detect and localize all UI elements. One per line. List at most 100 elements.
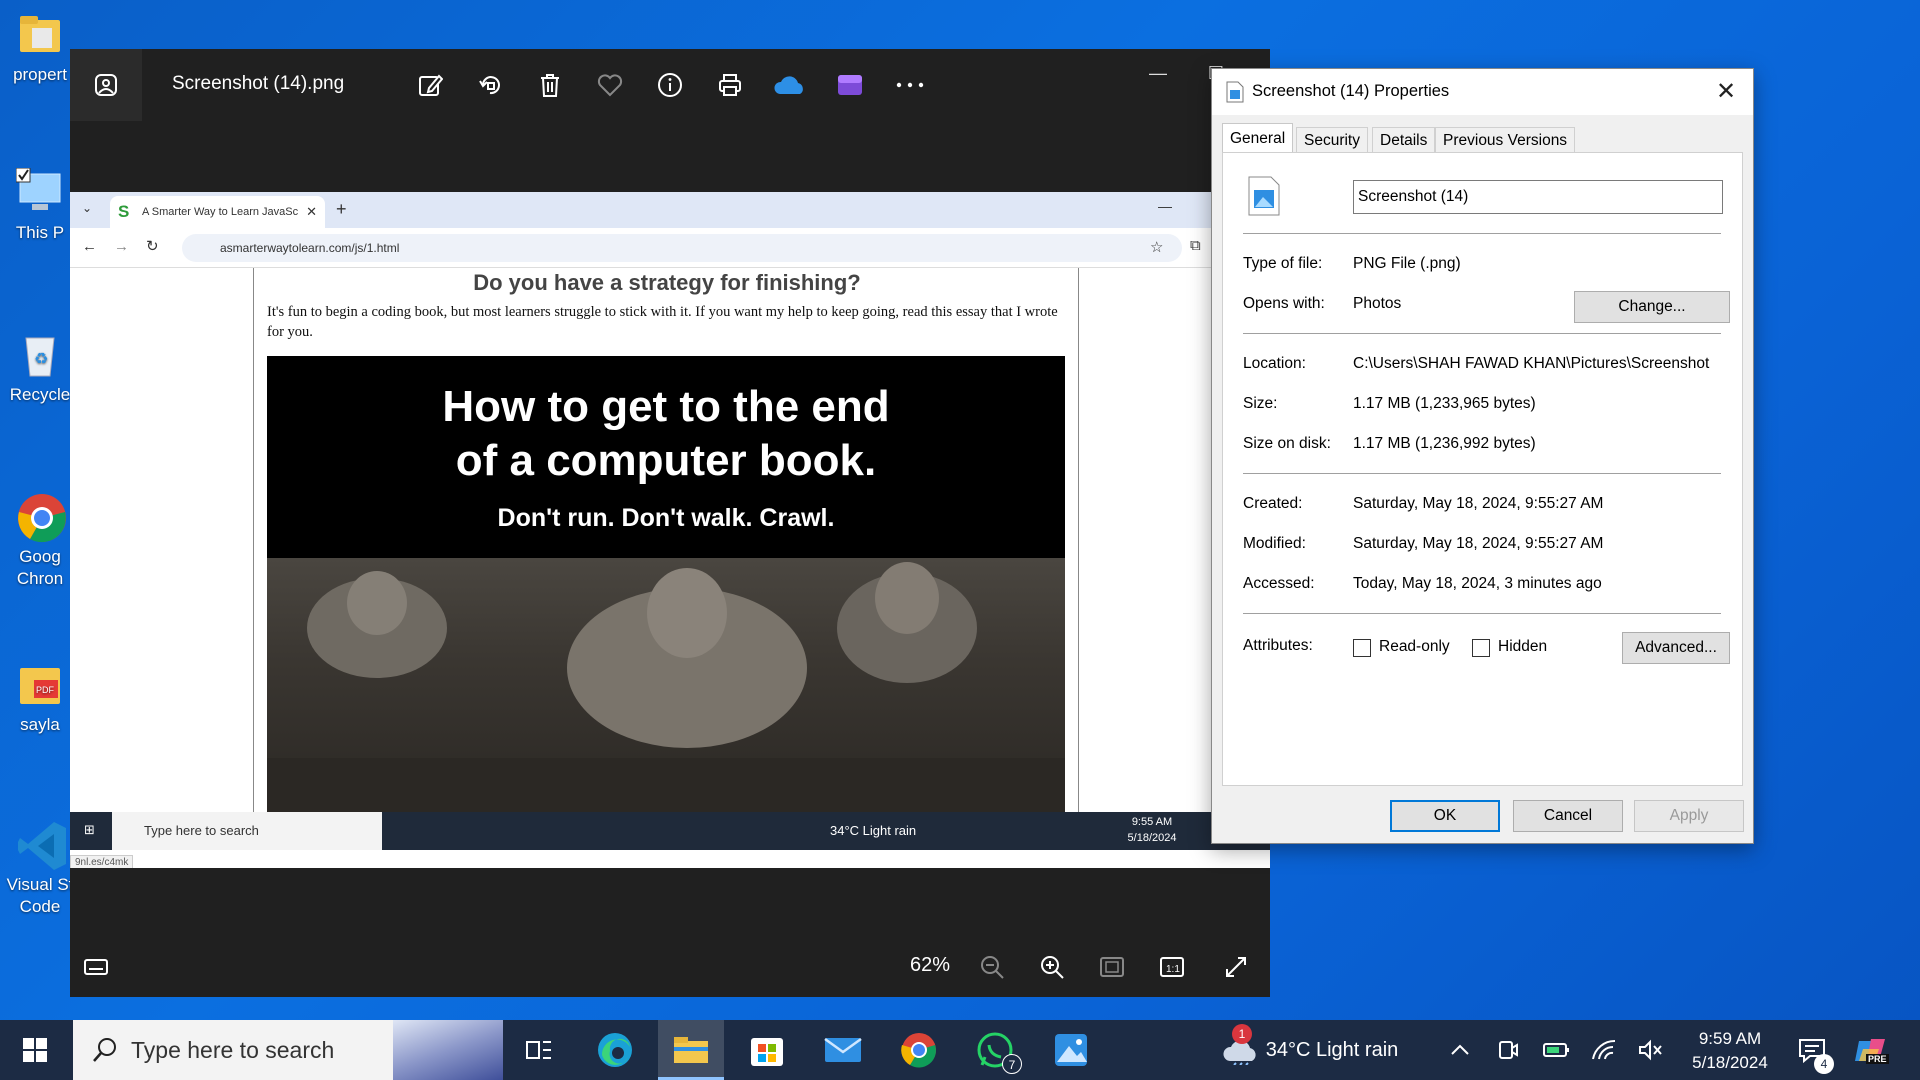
copilot-icon[interactable]: PRE [1848, 1020, 1892, 1080]
apply-button[interactable]: Apply [1634, 800, 1744, 832]
read-only-checkbox[interactable] [1353, 639, 1371, 657]
task-view-icon[interactable] [506, 1020, 572, 1080]
ok-button[interactable]: OK [1390, 800, 1500, 832]
page-heading: Do you have a strategy for finishing? [473, 270, 861, 295]
location-label: Location: [1243, 355, 1306, 372]
photos-bottom-bar: 62% 1:1 [70, 937, 1270, 997]
recycle-bin-icon: ♻ [16, 330, 64, 378]
volume-muted-icon[interactable] [1630, 1020, 1670, 1080]
rotate-icon[interactable] [474, 69, 506, 101]
filmstrip-icon[interactable] [80, 951, 112, 983]
actual-size-icon[interactable]: 1:1 [1156, 951, 1188, 983]
desktop-icon-sayla[interactable]: PDF sayla [0, 660, 80, 736]
meet-now-icon[interactable] [1488, 1020, 1528, 1080]
close-tab-icon: ✕ [306, 204, 317, 219]
advanced-button[interactable]: Advanced... [1622, 632, 1730, 664]
desktop-icon-this-pc[interactable]: This P [0, 167, 80, 244]
opens-with-value: Photos [1353, 295, 1402, 312]
weather-widget[interactable]: 1 34°C Light rain [1210, 1020, 1410, 1080]
file-type-icon [1248, 176, 1280, 216]
copilot-preview-label: PRE [1866, 1054, 1889, 1064]
desktop-icon-label: Goog [19, 547, 61, 566]
separator [1243, 233, 1721, 234]
info-icon[interactable] [654, 69, 686, 101]
desktop-icon-chrome[interactable]: Goog Chron [0, 492, 80, 590]
this-pc-icon [15, 167, 64, 216]
battery-icon[interactable] [1536, 1020, 1576, 1080]
mini-date: 5/18/2024 [1127, 832, 1177, 844]
tab-search-icon: ⌄ [82, 201, 93, 215]
tab-general[interactable]: General [1222, 123, 1294, 152]
mail-icon[interactable] [810, 1020, 876, 1080]
print-icon[interactable] [714, 69, 746, 101]
taskbar-clock[interactable]: 9:59 AM 5/18/2024 [1680, 1027, 1780, 1075]
whatsapp-icon[interactable]: 7 [962, 1020, 1028, 1080]
taskbar: Type here to search 7 1 34°C Light rain [0, 1020, 1920, 1080]
vscode-icon [16, 820, 66, 870]
photos-taskbar-icon[interactable] [1038, 1020, 1104, 1080]
desktop-icon-properties[interactable]: propert [0, 10, 80, 86]
cancel-button[interactable]: Cancel [1513, 800, 1623, 832]
taskbar-search-box[interactable]: Type here to search [73, 1020, 503, 1080]
full-screen-icon[interactable] [1220, 951, 1252, 983]
dialog-title: Screenshot (14) Properties [1252, 82, 1450, 100]
type-value: PNG File (.png) [1353, 255, 1461, 272]
read-only-label: Read-only [1379, 638, 1450, 655]
accessed-label: Accessed: [1243, 575, 1315, 592]
edit-image-icon[interactable] [414, 69, 446, 101]
article-banner-image: How to get to the end of a computer book… [267, 356, 1065, 816]
wifi-icon[interactable] [1584, 1020, 1624, 1080]
clock-date: 5/18/2024 [1692, 1053, 1768, 1072]
status-link-hint: 9nl.es/c4mk [70, 855, 134, 868]
created-value: Saturday, May 18, 2024, 9:55:27 AM [1353, 495, 1604, 512]
tab-details[interactable]: Details [1372, 127, 1436, 152]
desktop-icon-label: sayla [20, 715, 60, 734]
store-icon[interactable] [734, 1020, 800, 1080]
minimize-button[interactable]: — [1138, 63, 1178, 93]
file-name-input[interactable] [1353, 180, 1723, 214]
separator [1243, 473, 1721, 474]
zoom-out-icon[interactable] [976, 951, 1008, 983]
desktop-icon-label: This P [15, 223, 65, 242]
photos-app-icon[interactable] [70, 49, 142, 121]
edge-icon[interactable] [582, 1020, 648, 1080]
fit-to-window-icon[interactable] [1096, 951, 1128, 983]
tab-security[interactable]: Security [1296, 127, 1368, 152]
page-paragraph: It's fun to begin a coding book, but mos… [267, 304, 1058, 340]
general-panel: Type of file: PNG File (.png) Opens with… [1222, 152, 1743, 786]
more-icon[interactable] [894, 69, 926, 101]
zoom-in-icon[interactable] [1036, 951, 1068, 983]
close-dialog-button[interactable]: ✕ [1711, 77, 1741, 106]
attributes-label: Attributes: [1243, 637, 1313, 654]
notification-count-badge: 4 [1814, 1054, 1834, 1074]
modified-value: Saturday, May 18, 2024, 9:55:27 AM [1353, 535, 1604, 552]
tab-previous-versions[interactable]: Previous Versions [1435, 127, 1576, 152]
file-explorer-icon[interactable] [658, 1020, 724, 1080]
change-button[interactable]: Change... [1574, 291, 1730, 323]
notifications-icon[interactable]: 4 [1790, 1020, 1834, 1080]
dialog-titlebar: Screenshot (14) Properties ✕ [1212, 69, 1753, 115]
delete-icon[interactable] [534, 69, 566, 101]
hidden-checkbox[interactable] [1472, 639, 1490, 657]
svg-text:♻: ♻ [34, 351, 48, 368]
desktop-icon-vscode[interactable]: Visual St Code [0, 820, 80, 918]
chrome-taskbar-icon[interactable] [886, 1020, 952, 1080]
forward-icon: → [114, 238, 129, 255]
browser-tab-strip: ⌄ S A Smarter Way to Learn JavaSc ✕ + — [70, 192, 1270, 228]
banner-subtitle: Don't run. Don't walk. Crawl. [497, 504, 835, 532]
clipchamp-icon[interactable] [834, 69, 866, 101]
browser-address-bar: ← → ↻ asmarterwaytolearn.com/js/1.html ☆… [70, 228, 1270, 268]
desktop-icon-recycle-bin[interactable]: ♻ Recycle [0, 330, 80, 406]
back-icon: ← [82, 238, 97, 255]
favorite-icon[interactable] [594, 69, 626, 101]
url-field: asmarterwaytolearn.com/js/1.html [182, 234, 1182, 262]
folder-icon [16, 10, 64, 58]
show-hidden-icons-icon[interactable] [1440, 1020, 1480, 1080]
image-viewer[interactable]: ⌄ S A Smarter Way to Learn JavaSc ✕ + — … [70, 192, 1270, 868]
svg-text:PDF: PDF [36, 685, 55, 695]
search-highlight-image [393, 1020, 503, 1080]
start-button[interactable] [0, 1020, 70, 1080]
size-value: 1.17 MB (1,233,965 bytes) [1353, 395, 1536, 412]
onedrive-icon[interactable] [774, 69, 806, 101]
web-page: Do you have a strategy for finishing? It… [70, 268, 1270, 816]
